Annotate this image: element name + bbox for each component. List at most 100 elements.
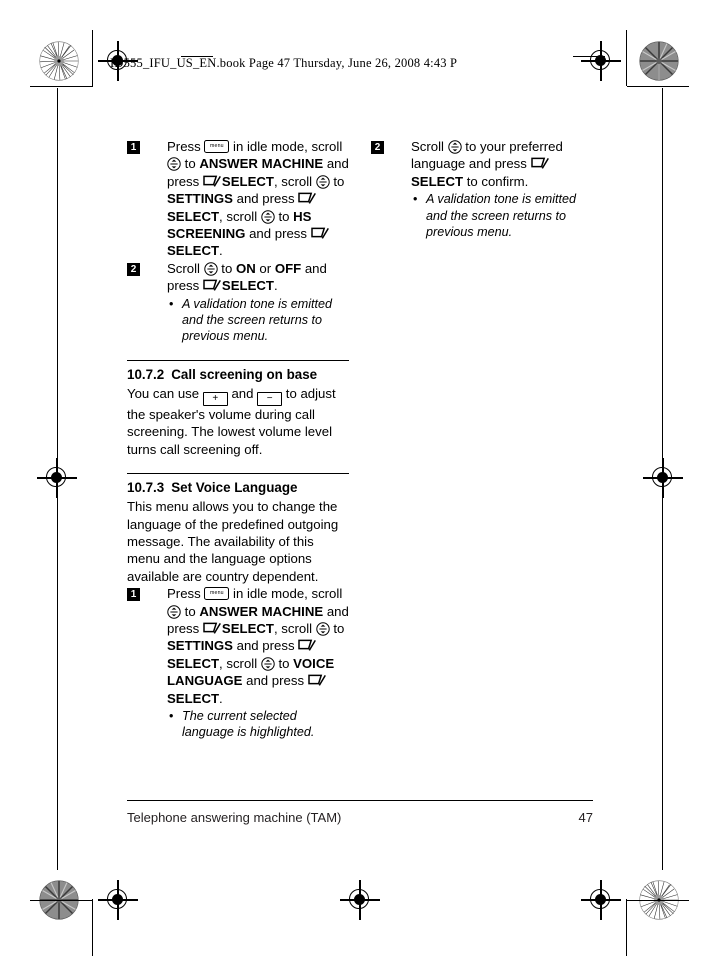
section-heading: 10.7.3 Set Voice Language [127,479,349,497]
softkey-label-select: SELECT [167,690,220,706]
softkey-icon[interactable] [203,622,222,635]
trim-line-right-horizontal [627,86,689,88]
step-text-part: in idle mode, scroll [229,139,343,154]
registration-crosshair-mid-left [37,458,77,498]
step-text-part: and press [245,226,311,242]
trim-line-top-right-vertical [626,30,628,86]
note-text: A validation tone is emitted and the scr… [426,192,577,240]
scroll-wheel-icon[interactable] [316,175,330,189]
volume-up-key-icon[interactable]: + [202,391,228,406]
scroll-wheel-icon[interactable] [167,157,181,172]
step-item: 2 Scroll to your preferred language and … [371,138,593,240]
softkey-label-select: SELECT [167,208,220,224]
book-header-line: ID555_IFU_US_EN.book Page 47 Thursday, J… [110,56,458,70]
step-text-part: , scroll [219,208,261,224]
step-text-part: to confirm. [463,173,529,189]
scroll-wheel-icon[interactable] [261,209,275,224]
footer-chapter-title: Telephone answering machine (TAM) [127,810,342,825]
step-number: 2 [127,262,140,276]
menu-name-answer-machine: ANSWER MACHINE [199,156,324,172]
document-page: ID555_IFU_US_EN.book Page 47 Thursday, J… [0,0,719,956]
softkey-icon[interactable] [203,175,222,188]
step-text: Press menu in idle mode, scroll to ANSWE… [167,585,349,707]
step-text-part: to [217,260,236,276]
step-text-part: to [274,655,294,671]
step-text-part: or [255,260,275,276]
volume-down-key-icon[interactable]: − [257,391,283,406]
softkey-icon[interactable] [298,639,317,652]
note-text: The current selected language is highlig… [182,708,315,740]
option-off: OFF [274,260,302,276]
registration-crosshair-bottom-left [98,880,138,920]
softkey-icon[interactable] [307,674,327,687]
registration-star-top-right [639,41,679,81]
scroll-wheel-icon[interactable] [447,140,462,154]
trim-line-mid-right-vertical [662,88,664,458]
softkey-icon[interactable] [530,157,550,170]
step-text-part: Scroll [167,260,204,276]
trim-line-bottom-left-horizontal [30,899,93,901]
scroll-wheel-icon[interactable] [203,262,218,276]
section-paragraph: You can use + and − to adjust the speake… [127,385,349,458]
step-text-part: to [329,620,345,636]
softkey-label-select: SELECT [167,243,220,259]
trim-line-mid-left-vertical [56,88,58,458]
trim-line-bottom-left-vertical [92,899,94,956]
step-item: 2 Scroll to ON or OFF and press SELECT. … [127,260,349,345]
bullet-icon: • [413,192,418,207]
menu-name-settings: SETTINGS [167,191,233,207]
section-call-screening-on-base: 10.7.2 Call screening on base You can use… [127,359,349,458]
header-rule-right [573,56,605,58]
step-text-part: Scroll [411,139,448,154]
footer-page-number: 47 [578,810,593,825]
step-item: 1 Press menu in idle mode, scroll to ANS… [127,585,349,741]
section-number: 10.7.2 [127,366,165,382]
bullet-icon: • [169,708,174,723]
trim-line-mid-left-vertical-lower [56,498,58,870]
step-text: Scroll to your preferred language and pr… [411,138,593,190]
scroll-wheel-icon[interactable] [167,604,181,619]
step-text-part: . [219,243,223,259]
section-set-voice-language: 10.7.3 Set Voice Language This menu allow… [127,473,349,741]
header-rule-left [181,56,213,58]
section-paragraph: This menu allows you to change the langu… [127,499,339,584]
step-text: Press menu in idle mode, scroll to ANSWE… [167,138,349,260]
bullet-icon: • [169,296,174,311]
scroll-wheel-icon[interactable] [261,657,275,671]
step-text-part: and press [242,673,308,689]
section-title: Call screening on base [171,366,318,382]
step-number: 1 [127,141,140,154]
step-text-part: and press [232,191,299,207]
softkey-icon[interactable] [310,227,330,240]
registration-crosshair-bottom-center [340,880,380,920]
menu-name-answer-machine: ANSWER MACHINE [199,603,324,619]
softkey-label-select: SELECT [221,173,274,189]
step-number: 1 [127,588,140,602]
softkey-icon[interactable] [298,192,317,205]
step-text-part: , scroll [219,655,261,671]
softkey-icon[interactable] [203,279,222,292]
step-text-part: and press [232,638,299,654]
step-number: 2 [371,141,384,154]
trim-line-bottom-right-horizontal [627,899,689,901]
step-text-part: , scroll [273,620,316,636]
step-text-part: in idle mode, scroll [229,586,343,602]
softkey-label-select: SELECT [221,278,274,294]
step-text-part: to [329,173,345,189]
menu-key-icon[interactable]: menu [204,140,230,153]
step-text: Scroll to ON or OFF and press SELECT. [167,260,349,295]
section-title: Set Voice Language [171,480,298,496]
step-text-part: Press [167,586,205,602]
right-column: 2 Scroll to your preferred language and … [371,138,593,240]
note-item: • A validation tone is emitted and the s… [411,191,593,240]
softkey-label-select: SELECT [221,620,274,636]
option-on: ON [235,260,256,276]
scroll-wheel-icon[interactable] [316,622,330,636]
menu-key-icon[interactable]: menu [204,587,230,601]
trim-line-left-horizontal [30,86,93,88]
paragraph-part: You can use [127,385,203,401]
registration-star-top-left [39,41,79,81]
section-divider [127,473,349,475]
step-text-part: Press [167,139,205,154]
section-number: 10.7.3 [127,480,165,496]
